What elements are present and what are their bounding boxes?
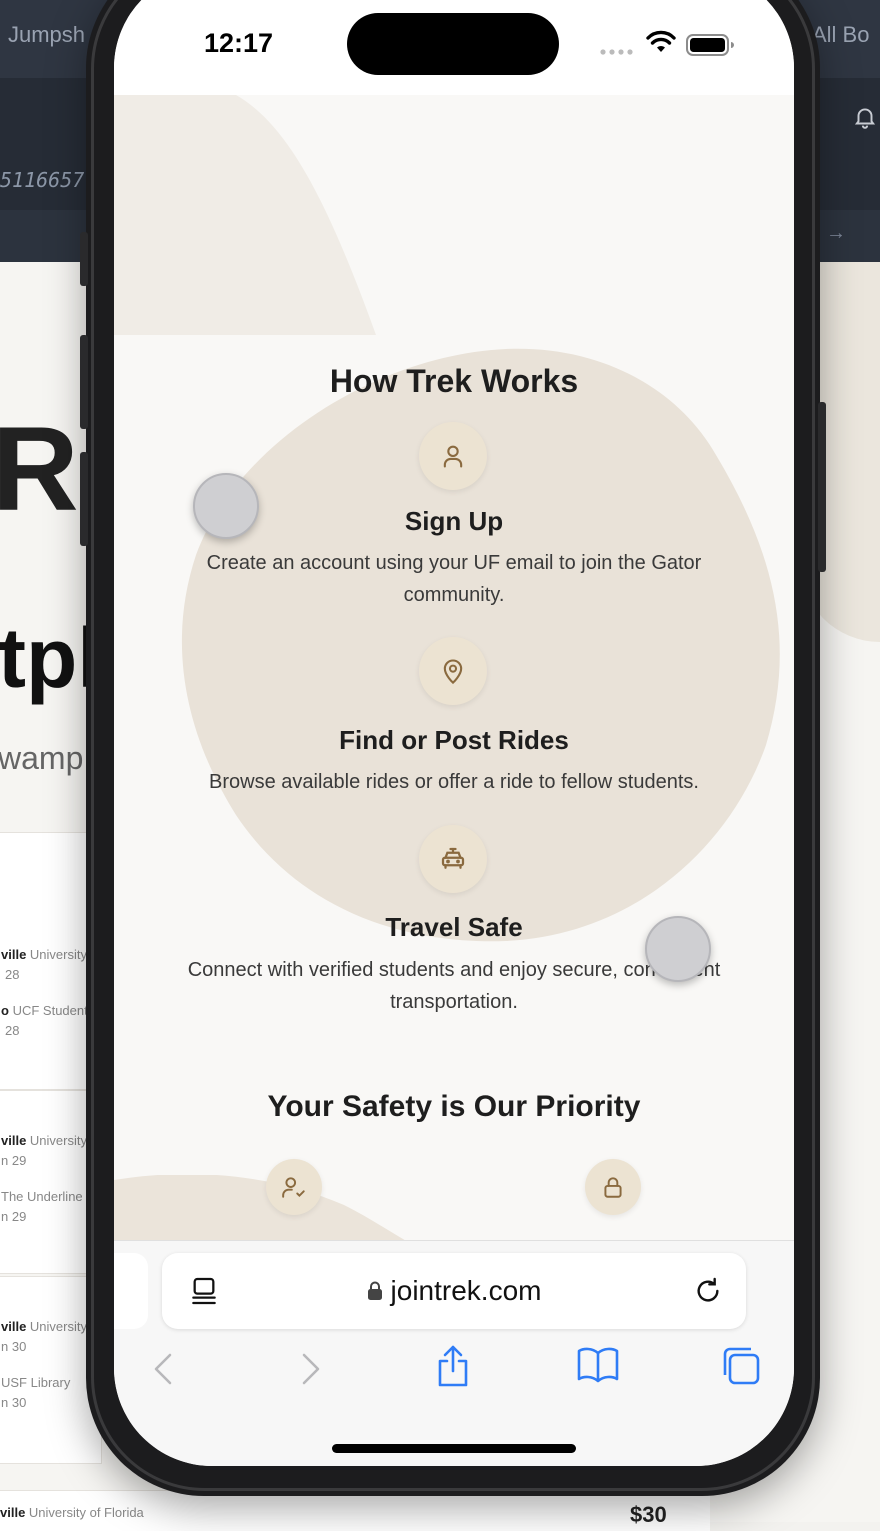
lock-icon xyxy=(604,1177,622,1198)
user-icon xyxy=(443,445,463,468)
share-icon[interactable] xyxy=(434,1343,472,1389)
url-container[interactable]: jointrek.com xyxy=(162,1253,746,1329)
cellular-icon xyxy=(600,49,633,55)
listing-date: n 29 xyxy=(1,1153,27,1168)
listing-place: ville xyxy=(1,1133,27,1148)
map-pin-icon xyxy=(443,659,463,685)
listing-date: 28 xyxy=(5,1023,20,1038)
touch-indicator xyxy=(193,473,259,539)
step-description: Create an account using your UF email to… xyxy=(206,552,702,606)
user-check-icon xyxy=(282,1177,305,1198)
step-icon-circle xyxy=(419,422,487,490)
listing-place: o xyxy=(1,1003,9,1018)
listing-place2: UCF Student xyxy=(12,1003,88,1018)
phone-silent-switch xyxy=(80,232,88,286)
step-description: Browse available rides or offer a ride t… xyxy=(209,771,699,793)
listing-place2: USF Library xyxy=(1,1375,71,1390)
tabs-icon[interactable] xyxy=(720,1345,762,1387)
step-icon-circle xyxy=(419,825,487,893)
status-bar: 12:17 xyxy=(114,0,794,95)
dynamic-island xyxy=(347,13,559,75)
listing-date: n 30 xyxy=(1,1339,27,1354)
background-tab-left[interactable]: Jumpsh xyxy=(8,22,85,48)
address-bar[interactable]: jointrek.com xyxy=(162,1253,746,1329)
secure-lock-icon xyxy=(367,1281,382,1300)
listing-place: ville xyxy=(1,1319,27,1334)
listing-place2: University xyxy=(29,1319,87,1334)
phone-screen: 12:17 How Trek Works Sign Up Create an a… xyxy=(114,0,794,1466)
step-title: Find or Post Rides xyxy=(339,725,569,755)
listing-place2: The Underline xyxy=(1,1189,83,1204)
touch-indicator xyxy=(645,916,711,982)
battery-icon xyxy=(686,34,734,56)
bookmarks-icon[interactable] xyxy=(576,1345,620,1385)
safety-icon-circle xyxy=(585,1159,641,1215)
previous-tab-preview[interactable] xyxy=(114,1253,148,1329)
background-tab-right[interactable]: All Bo xyxy=(812,22,869,48)
phone-power-button xyxy=(818,402,826,572)
listing-place: ville xyxy=(0,1505,26,1520)
listing-place2: University xyxy=(29,1133,87,1148)
arrow-right-icon[interactable]: → xyxy=(826,222,846,245)
url-text[interactable]: jointrek.com xyxy=(391,1275,542,1307)
listing-place2: University xyxy=(29,947,87,962)
safety-section-title: Your Safety is Our Priority xyxy=(267,1090,641,1123)
step-icon-circle xyxy=(419,637,487,705)
browser-bottom-bar: jointrek.com xyxy=(114,1240,794,1466)
listing-date: n 29 xyxy=(1,1209,27,1224)
wifi-icon xyxy=(646,30,676,52)
listing-date: n 30 xyxy=(1,1395,27,1410)
reload-icon[interactable] xyxy=(692,1275,724,1307)
phone-volume-down-button xyxy=(80,452,88,546)
section-title: How Trek Works xyxy=(329,363,579,399)
listing-place2: University of Florida xyxy=(28,1505,144,1520)
safety-icon-circle xyxy=(266,1159,322,1215)
phone-volume-up-button xyxy=(80,335,88,429)
listing-price: $30 xyxy=(630,1502,667,1527)
decorative-blob-top xyxy=(114,95,376,335)
listing-place: ville xyxy=(1,947,27,962)
background-hash: 5116657 xyxy=(0,168,85,192)
web-page: How Trek Works Sign Up Create an account… xyxy=(114,95,794,1240)
back-icon[interactable] xyxy=(150,1349,178,1389)
decorative-blob-bottom xyxy=(114,1175,405,1240)
home-indicator xyxy=(332,1444,576,1453)
status-time: 12:17 xyxy=(204,28,274,58)
forward-icon[interactable] xyxy=(296,1349,324,1389)
background-listing-card[interactable]: ville University of Florida xyxy=(0,1490,710,1531)
listing-date: 28 xyxy=(5,967,20,982)
bell-icon[interactable] xyxy=(852,104,878,130)
car-icon xyxy=(441,847,465,869)
